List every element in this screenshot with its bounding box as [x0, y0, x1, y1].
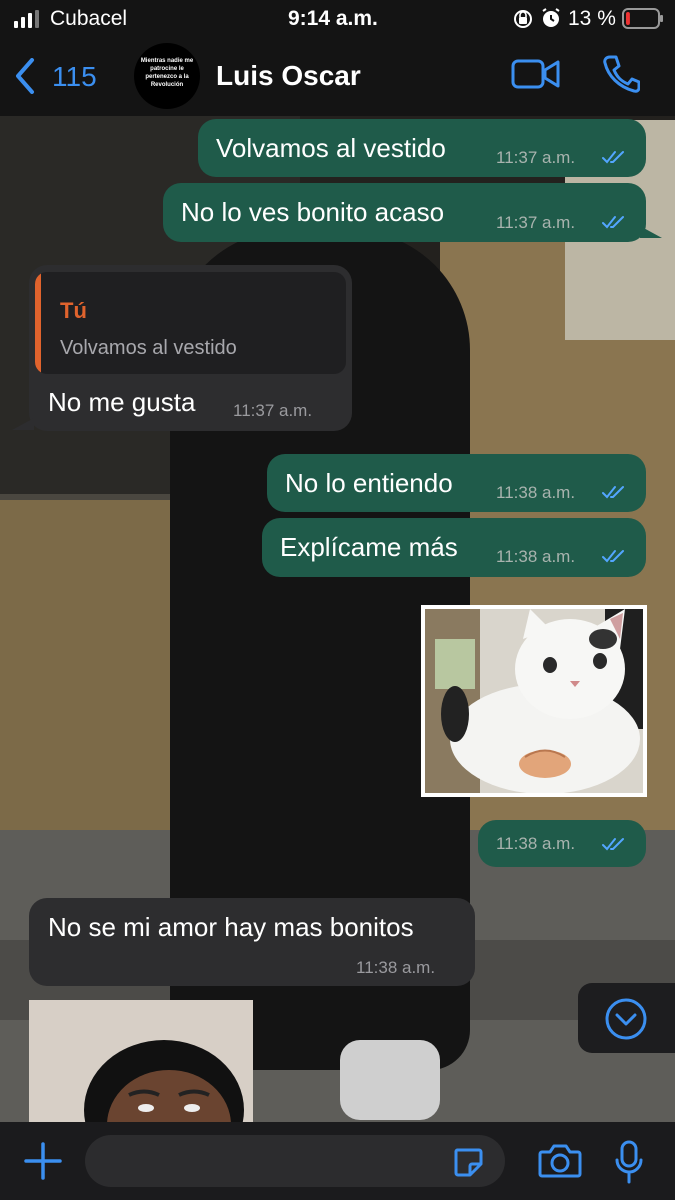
signal-icon	[14, 10, 39, 28]
read-receipt-icon	[602, 151, 624, 164]
message-incoming[interactable]: No se mi amor hay mas bonitos 11:38 a.m.	[29, 898, 475, 986]
message-time: 11:38 a.m.	[496, 547, 576, 566]
message-outgoing[interactable]: Explícame más 11:38 a.m.	[262, 518, 646, 577]
video-call-icon[interactable]	[511, 56, 561, 92]
message-time: 11:37 a.m.	[496, 148, 576, 167]
plus-icon[interactable]	[24, 1142, 62, 1180]
carrier-name: Cubacel	[50, 7, 128, 30]
battery-icon	[622, 8, 663, 29]
message-time: 11:38 a.m.	[356, 958, 436, 977]
message-outgoing[interactable]: No lo ves bonito acaso 11:37 a.m.	[163, 183, 646, 242]
message-outgoing[interactable]: No lo entiendo 11:38 a.m.	[267, 454, 646, 512]
scroll-to-bottom-button[interactable]	[578, 983, 675, 1053]
message-input[interactable]	[85, 1135, 505, 1187]
unread-count: 115	[52, 61, 97, 92]
chevron-down-circle-icon	[605, 998, 647, 1040]
message-incoming[interactable]: Tú Volvamos al vestido No me gusta 11:37…	[29, 265, 352, 431]
orientation-lock-icon	[514, 10, 532, 28]
camera-icon[interactable]	[538, 1142, 582, 1180]
microphone-icon[interactable]	[614, 1140, 644, 1184]
message-time: 11:38 a.m.	[496, 834, 576, 853]
phone-call-icon[interactable]	[602, 54, 640, 94]
chat-header: 115 Mientras nadie me patrocine le perte…	[0, 38, 675, 116]
status-bar: Cubacel 9:14 a.m. 13 %	[0, 0, 675, 38]
battery-percent: 13 %	[568, 7, 616, 30]
avatar-text: Mientras nadie me patrocine le pertenezc…	[140, 58, 194, 88]
alarm-icon	[542, 8, 560, 27]
sticker-icon[interactable]	[452, 1146, 484, 1178]
quoted-reply[interactable]: Tú Volvamos al vestido	[35, 272, 346, 374]
back-button[interactable]: 115	[10, 54, 105, 98]
bubble-tail	[640, 226, 662, 238]
message-time: 11:37 a.m.	[496, 213, 576, 232]
contact-name[interactable]: Luis Oscar	[216, 59, 361, 93]
read-receipt-icon	[602, 838, 624, 851]
message-time: 11:37 a.m.	[233, 401, 313, 420]
cat-image	[425, 609, 643, 793]
quote-text: Volvamos al vestido	[60, 337, 237, 359]
read-receipt-icon	[602, 550, 624, 563]
message-text: No se mi amor hay mas bonitos	[48, 912, 414, 942]
message-text: Volvamos al vestido	[216, 133, 446, 163]
quote-accent-bar	[35, 272, 41, 374]
message-text: No lo ves bonito acaso	[181, 197, 445, 227]
chevron-left-icon	[16, 58, 34, 94]
read-receipt-icon	[602, 216, 624, 229]
clock: 9:14 a.m.	[288, 7, 378, 30]
message-input-bar	[0, 1122, 675, 1200]
photo-thumbnail[interactable]	[29, 1000, 253, 1122]
cat-sticker[interactable]	[421, 605, 647, 797]
photo-image	[29, 1000, 253, 1122]
quote-author: Tú	[60, 298, 87, 323]
message-outgoing[interactable]: Volvamos al vestido 11:37 a.m.	[198, 119, 646, 177]
read-receipt-icon	[602, 486, 624, 499]
message-outgoing[interactable]: 11:38 a.m.	[478, 820, 646, 867]
avatar[interactable]: Mientras nadie me patrocine le pertenezc…	[134, 43, 200, 109]
message-time: 11:38 a.m.	[496, 483, 576, 502]
bubble-tail	[12, 418, 34, 430]
message-text: No me gusta	[48, 387, 196, 417]
message-text: No lo entiendo	[285, 468, 453, 498]
message-text: Explícame más	[280, 532, 458, 562]
